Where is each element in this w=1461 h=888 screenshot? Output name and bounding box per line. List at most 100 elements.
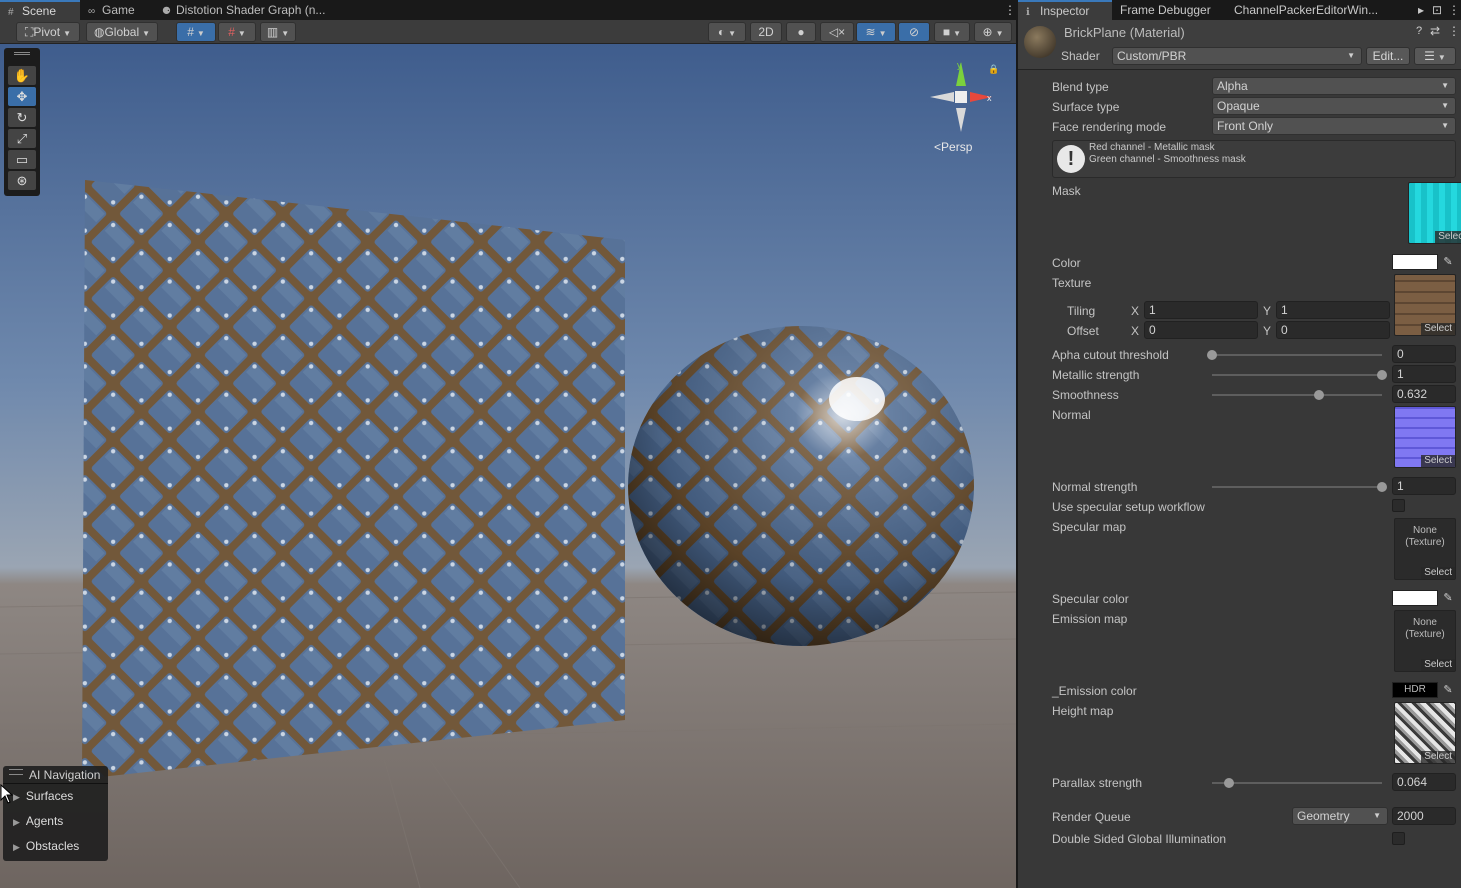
render-queue-dropdown-value: Geometry: [1297, 809, 1350, 823]
normal-strength-field[interactable]: 1: [1392, 477, 1456, 495]
neg-x-cone: [930, 92, 954, 102]
increment-snap-button[interactable]: # ▼: [218, 22, 256, 42]
transform-tool-icon[interactable]: ⊛: [8, 171, 36, 190]
align-button[interactable]: ▥ ▼: [260, 22, 296, 42]
global-label: Global: [104, 25, 140, 39]
smoothness-slider[interactable]: [1212, 390, 1382, 400]
color-swatch[interactable]: [1392, 254, 1438, 270]
offset-x-field[interactable]: 0: [1144, 321, 1258, 339]
rect-tool-icon[interactable]: ▭: [8, 150, 36, 169]
mask-texture-slot[interactable]: Select: [1408, 182, 1461, 244]
tab-inspector[interactable]: ℹ Inspector: [1018, 0, 1112, 20]
slider-thumb[interactable]: [1377, 482, 1387, 492]
height-map-slot[interactable]: Select: [1394, 702, 1456, 764]
normal-texture-slot[interactable]: Select: [1394, 406, 1456, 468]
tiling-y-field[interactable]: 1: [1276, 301, 1390, 319]
slider-thumb[interactable]: [1207, 350, 1217, 360]
double-sided-gi-checkbox[interactable]: [1392, 832, 1405, 845]
select-label[interactable]: Select: [1421, 455, 1455, 467]
persp-text: Persp: [941, 140, 973, 154]
normal-strength-slider[interactable]: [1212, 482, 1387, 492]
albedo-texture-slot[interactable]: Select: [1394, 274, 1456, 336]
context-menu-icon[interactable]: ⋮: [1448, 24, 1460, 38]
lighting-toggle[interactable]: ●: [786, 22, 816, 42]
tab-overflow-icon[interactable]: ▸: [1410, 0, 1424, 20]
tiling-x-field[interactable]: 1: [1144, 301, 1258, 319]
lock-icon[interactable]: ⊡: [1424, 0, 1442, 20]
none-texture-text: None (Texture): [1405, 617, 1445, 640]
surface-type-dropdown[interactable]: Opaque: [1212, 97, 1456, 115]
select-label[interactable]: Select: [1435, 231, 1461, 243]
offset-y-field[interactable]: 0: [1276, 321, 1390, 339]
camera-dropdown[interactable]: ■ ▼: [934, 22, 970, 42]
hand-tool-icon[interactable]: ✋: [8, 66, 36, 85]
select-label[interactable]: Select: [1421, 323, 1455, 335]
metallic-field[interactable]: 1: [1392, 365, 1456, 383]
tab-channel-packer[interactable]: ChannelPackerEditorWin...: [1226, 0, 1406, 20]
slider-thumb[interactable]: [1314, 390, 1325, 400]
specular-workflow-checkbox[interactable]: [1392, 499, 1405, 512]
render-queue-field[interactable]: 2000: [1392, 807, 1456, 825]
visibility-toggle[interactable]: ⊘: [898, 22, 930, 42]
eyedropper-icon[interactable]: ✎: [1440, 590, 1456, 606]
scene-viewport[interactable]: ✋ ✥ ↻ ⤢ ▭ ⊛ y x 🔒 <Persp AI Navigation ▶…: [0, 44, 1016, 888]
persp-label[interactable]: <Persp: [934, 140, 972, 154]
help-icon[interactable]: ?: [1416, 25, 1422, 37]
specular-color-swatch[interactable]: [1392, 590, 1438, 606]
select-label[interactable]: Select: [1421, 567, 1455, 579]
tab-scene[interactable]: # Scene: [0, 0, 80, 20]
metallic-slider[interactable]: [1212, 370, 1387, 380]
tab-game[interactable]: ∞ Game: [80, 0, 154, 20]
tiling-label: Tiling: [1067, 304, 1096, 318]
color-label: Color: [1052, 256, 1081, 270]
eyedropper-icon[interactable]: ✎: [1440, 682, 1456, 698]
tab-shader-graph[interactable]: ⚈ Distotion Shader Graph (n...: [154, 0, 354, 20]
parallax-slider[interactable]: [1212, 778, 1382, 788]
shader-options-button[interactable]: ☰ ▼: [1414, 47, 1456, 65]
specular-map-slot[interactable]: None (Texture) Select: [1394, 518, 1456, 580]
scale-tool-icon[interactable]: ⤢: [8, 129, 36, 148]
tab-frame-debugger[interactable]: Frame Debugger: [1112, 0, 1226, 20]
blend-type-dropdown[interactable]: Alpha: [1212, 77, 1456, 95]
triangle-right-icon: ▶: [13, 842, 20, 852]
drag-handle-icon[interactable]: [14, 52, 30, 55]
alpha-cutout-field[interactable]: 0: [1392, 345, 1456, 363]
inspector-more-menu-icon[interactable]: ⋮: [1440, 0, 1460, 20]
face-rendering-dropdown[interactable]: Front Only: [1212, 117, 1456, 135]
material-header: BrickPlane (Material) ? ⇄ ⋮ Shader Custo…: [1018, 20, 1461, 70]
shader-label: Shader: [1061, 49, 1100, 63]
alpha-cutout-label: Apha cutout threshold: [1052, 348, 1169, 362]
smoothness-field[interactable]: 0.632: [1392, 385, 1456, 403]
slider-thumb[interactable]: [1224, 778, 1234, 788]
hdr-label: HDR: [1404, 684, 1426, 695]
audio-toggle[interactable]: ◁×: [820, 22, 854, 42]
ai-nav-item-obstacles[interactable]: ▶ Obstacles: [3, 834, 108, 859]
emission-map-slot[interactable]: None (Texture) Select: [1394, 610, 1456, 672]
alpha-cutout-slider[interactable]: [1207, 350, 1382, 360]
eyedropper-icon[interactable]: ✎: [1440, 254, 1456, 270]
ai-navigation-title[interactable]: AI Navigation: [3, 766, 108, 784]
list-icon: ☰: [1424, 49, 1435, 63]
move-tool-icon[interactable]: ✥: [8, 87, 36, 106]
ai-nav-item-label: Surfaces: [25, 789, 74, 803]
shader-edit-button[interactable]: Edit...: [1366, 47, 1410, 65]
rotate-tool-icon[interactable]: ↻: [8, 108, 36, 127]
ai-nav-item-agents[interactable]: ▶ Agents: [3, 809, 108, 834]
ai-nav-item-surfaces[interactable]: ▶ Surfaces: [3, 784, 108, 809]
render-queue-dropdown[interactable]: Geometry: [1292, 807, 1388, 825]
draw-mode-dropdown[interactable]: ◐ ▼: [708, 22, 746, 42]
effects-dropdown[interactable]: ≋ ▼: [856, 22, 896, 42]
emission-color-swatch[interactable]: HDR: [1392, 682, 1438, 698]
mode-2d-button[interactable]: 2D: [750, 22, 782, 42]
scene-more-menu-icon[interactable]: ⋮: [996, 0, 1016, 20]
global-dropdown[interactable]: ◍Global ▼: [86, 22, 158, 42]
slider-thumb[interactable]: [1377, 370, 1387, 380]
parallax-field[interactable]: 0.064: [1392, 773, 1456, 791]
pivot-dropdown[interactable]: ⛶Pivot ▼: [16, 22, 80, 42]
preset-sliders-icon[interactable]: ⇄: [1430, 24, 1440, 38]
select-label[interactable]: Select: [1421, 659, 1455, 671]
select-label[interactable]: Select: [1421, 751, 1455, 763]
grid-snap-button[interactable]: # ▼: [176, 22, 216, 42]
shader-dropdown[interactable]: Custom/PBR: [1112, 47, 1362, 65]
gizmos-dropdown[interactable]: ⊕ ▼: [974, 22, 1012, 42]
